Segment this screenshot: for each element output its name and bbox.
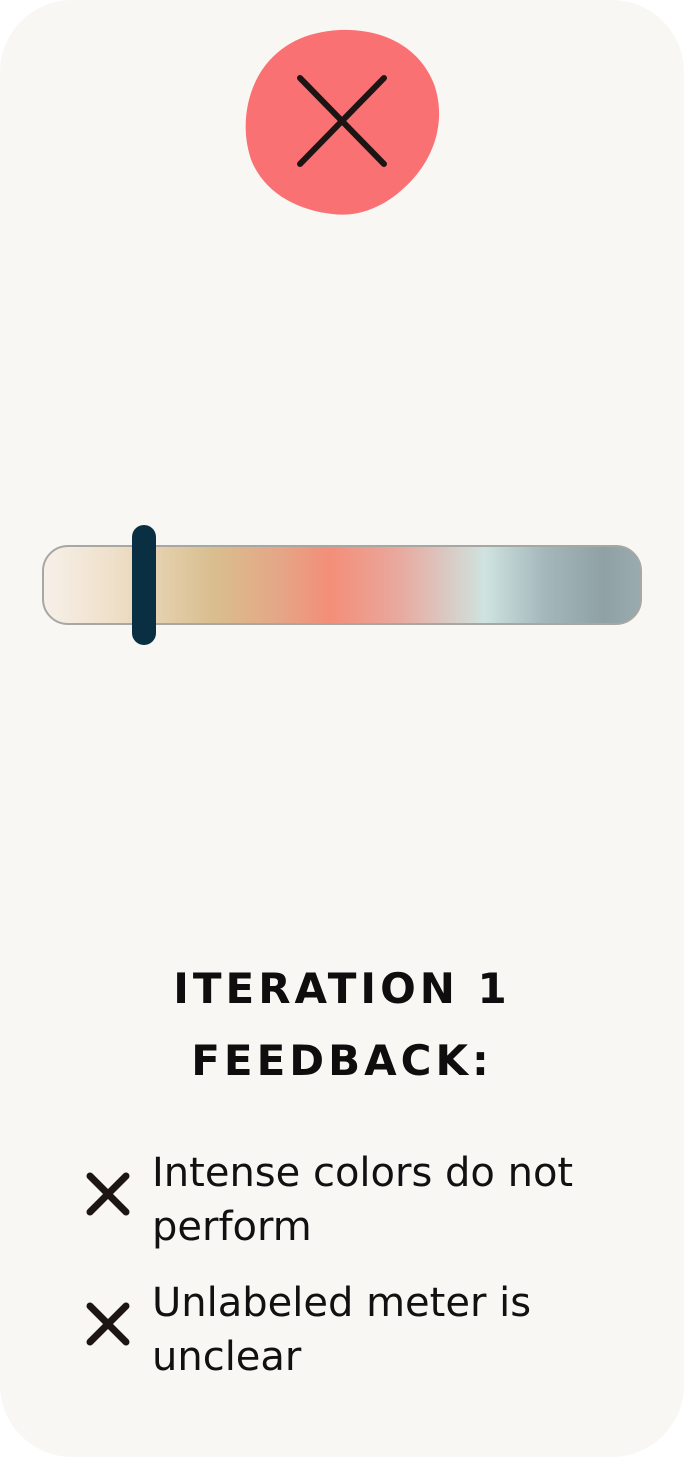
feedback-text-line: perform xyxy=(152,1204,312,1250)
heading-line-2: FEEDBACK: xyxy=(191,1036,493,1085)
feedback-text-line: Unlabeled meter is xyxy=(152,1280,532,1326)
color-meter-thumb[interactable] xyxy=(132,525,156,645)
feedback-text: Intense colors do not perform xyxy=(152,1146,652,1254)
x-icon xyxy=(86,1172,130,1216)
heading-line-1: ITERATION 1 xyxy=(173,964,511,1013)
x-icon xyxy=(86,1302,130,1346)
feedback-text: Unlabeled meter is unclear xyxy=(152,1276,652,1384)
feedback-text-line: unclear xyxy=(152,1334,302,1380)
feedback-text-line: Intense colors do not xyxy=(152,1150,574,1196)
close-icon xyxy=(245,29,440,215)
feedback-card: ITERATION 1 FEEDBACK: Intense colors do … xyxy=(0,0,684,1457)
